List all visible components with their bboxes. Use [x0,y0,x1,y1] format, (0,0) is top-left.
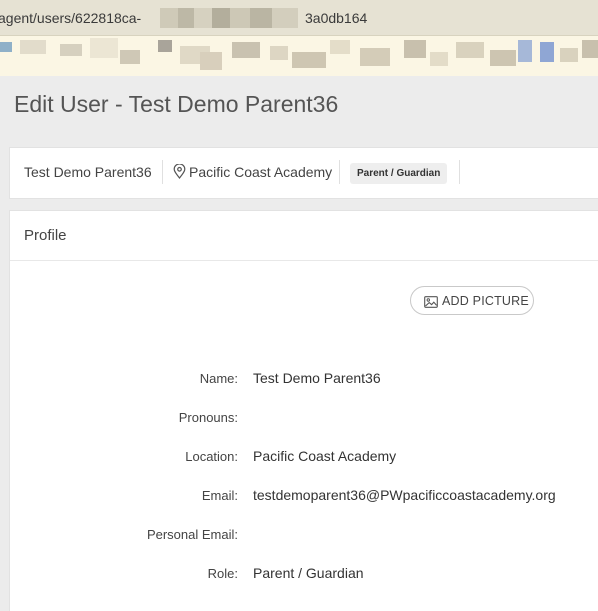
profile-card: Profile ADD PICTURE Name: Test Demo Pare… [10,211,598,611]
image-icon [424,295,438,308]
field-value: testdemoparent36@PWpacificcoastacademy.o… [253,487,556,503]
field-label: Personal Email: [146,527,238,542]
field-row-location: Location: Pacific Coast Academy [10,448,598,469]
url-suffix: 3a0db164 [305,10,368,26]
url-redaction [160,8,298,28]
user-summary-card: Test Demo Parent36 Pacific Coast Academy… [10,148,598,198]
map-pin-icon [173,163,186,179]
redacted-banner [0,36,598,76]
field-label: Pronouns: [178,410,238,425]
field-value: Pacific Coast Academy [253,448,397,464]
field-label: Location: [185,449,238,464]
field-row-role: Role: Parent / Guardian [10,565,598,586]
profile-section-title: Profile [24,227,67,244]
profile-header: Profile [10,211,598,261]
field-row-name: Name: Test Demo Parent36 [10,370,598,391]
divider [339,160,340,184]
add-picture-label: ADD PICTURE [442,294,529,308]
field-label: Email: [201,488,238,503]
field-row-email: Email: testdemoparent36@PWpacificcoastac… [10,487,598,508]
page-title: Edit User - Test Demo Parent36 [14,91,339,117]
url-prefix: agent/users/622818ca- [0,10,142,26]
summary-location: Pacific Coast Academy [189,164,333,180]
role-badge: Parent / Guardian [350,163,448,184]
field-label: Name: [199,371,238,386]
address-bar[interactable]: agent/users/622818ca- 3a0db164 [0,0,598,36]
add-picture-button[interactable]: ADD PICTURE [410,286,534,315]
field-value: Parent / Guardian [253,565,364,581]
divider [162,160,163,184]
divider [459,160,460,184]
summary-user-name: Test Demo Parent36 [24,164,152,180]
field-value: Test Demo Parent36 [253,370,381,386]
field-row-personal-email: Personal Email: [10,527,598,547]
field-label: Role: [207,566,238,581]
field-row-pronouns: Pronouns: [10,410,598,430]
